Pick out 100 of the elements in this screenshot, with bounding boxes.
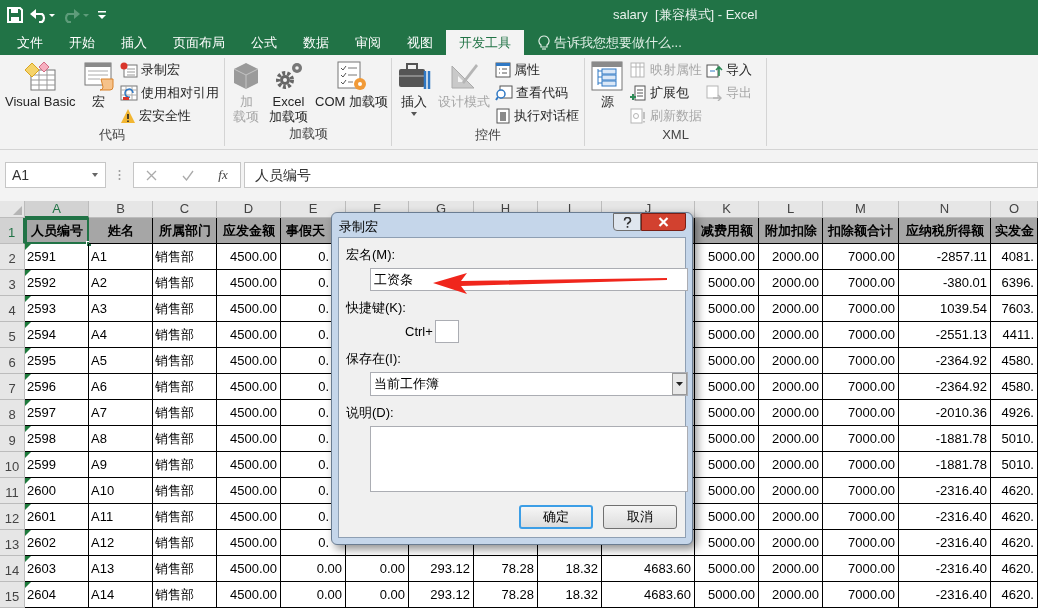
table-cell[interactable]: 0.00	[281, 582, 346, 608]
header-cell[interactable]: 应发金额	[217, 218, 281, 244]
column-header[interactable]: M	[823, 201, 899, 218]
table-cell[interactable]: 4620.	[991, 504, 1038, 530]
header-cell[interactable]: 附加扣除	[759, 218, 823, 244]
table-cell[interactable]: 2603	[25, 556, 89, 582]
table-cell[interactable]: -2316.40	[899, 478, 991, 504]
ribbon-button[interactable]: 源	[588, 58, 626, 109]
table-cell[interactable]: 2000.00	[759, 582, 823, 608]
header-cell[interactable]: 实发金	[991, 218, 1038, 244]
column-header[interactable]: D	[217, 201, 281, 218]
table-cell[interactable]: -380.01	[899, 270, 991, 296]
table-cell[interactable]: 4620.	[991, 582, 1038, 608]
formula-field[interactable]: 人员编号	[244, 162, 1038, 188]
row-header[interactable]: 10	[0, 452, 25, 478]
table-cell[interactable]: A13	[89, 556, 153, 582]
row-header[interactable]: 1	[0, 218, 25, 244]
header-cell[interactable]: 人员编号	[25, 218, 89, 244]
table-cell[interactable]: 2593	[25, 296, 89, 322]
table-cell[interactable]: -2857.11	[899, 244, 991, 270]
ribbon-button[interactable]: 执行对话框	[495, 104, 579, 127]
row-header[interactable]: 15	[0, 582, 25, 608]
table-cell[interactable]: 293.12	[409, 582, 474, 608]
table-cell[interactable]: A6	[89, 374, 153, 400]
table-cell[interactable]: 2000.00	[759, 504, 823, 530]
ribbon-tab[interactable]: 公式	[238, 30, 290, 55]
row-header[interactable]: 14	[0, 556, 25, 582]
table-cell[interactable]: 2595	[25, 348, 89, 374]
table-cell[interactable]: 2598	[25, 426, 89, 452]
table-cell[interactable]: 4620.	[991, 556, 1038, 582]
table-cell[interactable]: 7603.	[991, 296, 1038, 322]
header-cell[interactable]: 所属部门	[153, 218, 217, 244]
table-cell[interactable]: 销售部	[153, 374, 217, 400]
table-cell[interactable]: 2000.00	[759, 244, 823, 270]
ribbon-tab[interactable]: 开发工具	[446, 30, 524, 55]
table-cell[interactable]: 5000.00	[695, 556, 759, 582]
table-cell[interactable]: 6396.	[991, 270, 1038, 296]
table-cell[interactable]: 4580.	[991, 348, 1038, 374]
table-cell[interactable]: 4411.	[991, 322, 1038, 348]
ribbon-button[interactable]: 查看代码	[495, 81, 579, 104]
tell-me-field[interactable]: 告诉我您想要做什么...	[538, 30, 682, 55]
table-cell[interactable]: 4500.00	[217, 348, 281, 374]
ribbon-button[interactable]: 扩展包	[629, 81, 702, 104]
table-cell[interactable]: 2000.00	[759, 478, 823, 504]
table-cell[interactable]: 4500.00	[217, 374, 281, 400]
column-header[interactable]: E	[281, 201, 346, 218]
ribbon-button[interactable]: 导入	[705, 58, 752, 81]
table-cell[interactable]: A9	[89, 452, 153, 478]
table-cell[interactable]: 2591	[25, 244, 89, 270]
table-cell[interactable]: -1881.78	[899, 426, 991, 452]
table-cell[interactable]: 4580.	[991, 374, 1038, 400]
table-cell[interactable]: 销售部	[153, 452, 217, 478]
table-cell[interactable]: 2000.00	[759, 556, 823, 582]
close-button[interactable]	[641, 213, 686, 231]
table-cell[interactable]: A5	[89, 348, 153, 374]
table-cell[interactable]: 销售部	[153, 400, 217, 426]
table-cell[interactable]: 4500.00	[217, 400, 281, 426]
table-cell[interactable]: 2604	[25, 582, 89, 608]
ribbon-button[interactable]: 属性	[495, 58, 579, 81]
table-cell[interactable]: 7000.00	[823, 322, 899, 348]
row-header[interactable]: 2	[0, 244, 25, 270]
table-cell[interactable]: 2000.00	[759, 322, 823, 348]
table-cell[interactable]: 4500.00	[217, 556, 281, 582]
column-header[interactable]: B	[89, 201, 153, 218]
table-cell[interactable]: 4500.00	[217, 452, 281, 478]
ribbon-tab[interactable]: 视图	[394, 30, 446, 55]
name-box[interactable]: A1	[5, 162, 106, 188]
table-cell[interactable]: 2596	[25, 374, 89, 400]
table-cell[interactable]: 4500.00	[217, 426, 281, 452]
table-cell[interactable]: 5000.00	[695, 244, 759, 270]
table-cell[interactable]: 5000.00	[695, 530, 759, 556]
table-cell[interactable]: 5010.	[991, 426, 1038, 452]
dialog-button[interactable]: 确定	[519, 505, 593, 529]
table-cell[interactable]: 0.00	[346, 556, 409, 582]
table-cell[interactable]: 293.12	[409, 556, 474, 582]
table-cell[interactable]: A14	[89, 582, 153, 608]
row-header[interactable]: 12	[0, 504, 25, 530]
table-cell[interactable]: 4500.00	[217, 504, 281, 530]
table-cell[interactable]: 4500.00	[217, 582, 281, 608]
table-cell[interactable]: 0.00	[346, 582, 409, 608]
table-cell[interactable]: 销售部	[153, 270, 217, 296]
table-cell[interactable]: 4620.	[991, 530, 1038, 556]
ribbon-tab[interactable]: 页面布局	[160, 30, 238, 55]
table-cell[interactable]: A2	[89, 270, 153, 296]
table-cell[interactable]: 4500.00	[217, 322, 281, 348]
table-cell[interactable]: 7000.00	[823, 374, 899, 400]
table-cell[interactable]: 销售部	[153, 504, 217, 530]
description-field[interactable]	[370, 426, 688, 492]
table-cell[interactable]: 7000.00	[823, 582, 899, 608]
ribbon-button[interactable]: 宏	[80, 58, 117, 109]
table-cell[interactable]: -2316.40	[899, 556, 991, 582]
table-cell[interactable]: 4081.	[991, 244, 1038, 270]
table-cell[interactable]: 2000.00	[759, 400, 823, 426]
table-cell[interactable]: A7	[89, 400, 153, 426]
table-cell[interactable]: 销售部	[153, 322, 217, 348]
row-header[interactable]: 3	[0, 270, 25, 296]
table-cell[interactable]: 4500.00	[217, 270, 281, 296]
table-cell[interactable]: 18.32	[538, 556, 602, 582]
save-icon[interactable]	[7, 7, 23, 23]
table-cell[interactable]: A12	[89, 530, 153, 556]
